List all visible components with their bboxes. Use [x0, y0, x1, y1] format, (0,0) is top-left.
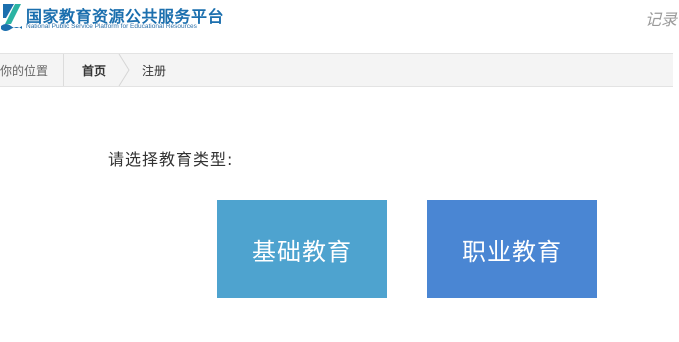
header-right-link[interactable]: 记录: [645, 6, 677, 30]
header: 国家教育资源公共服务平台 National Public Service Pla…: [0, 0, 679, 53]
page: 国家教育资源公共服务平台 National Public Service Pla…: [0, 0, 679, 342]
basic-education-button[interactable]: 基础教育: [217, 200, 387, 298]
platform-subtitle: National Public Service Platform for Edu…: [26, 23, 197, 30]
breadcrumb-divider: [63, 54, 64, 86]
breadcrumb: 你的位置 首页 注册: [0, 53, 673, 87]
education-type-prompt: 请选择教育类型:: [108, 150, 234, 169]
platform-logo-icon[interactable]: [0, 2, 24, 34]
breadcrumb-home-link[interactable]: 首页: [82, 62, 106, 79]
breadcrumb-chevron-icon: [118, 54, 130, 86]
vocational-education-button[interactable]: 职业教育: [427, 200, 597, 298]
breadcrumb-current: 注册: [142, 64, 167, 78]
breadcrumb-location-label: 你的位置: [0, 64, 49, 78]
